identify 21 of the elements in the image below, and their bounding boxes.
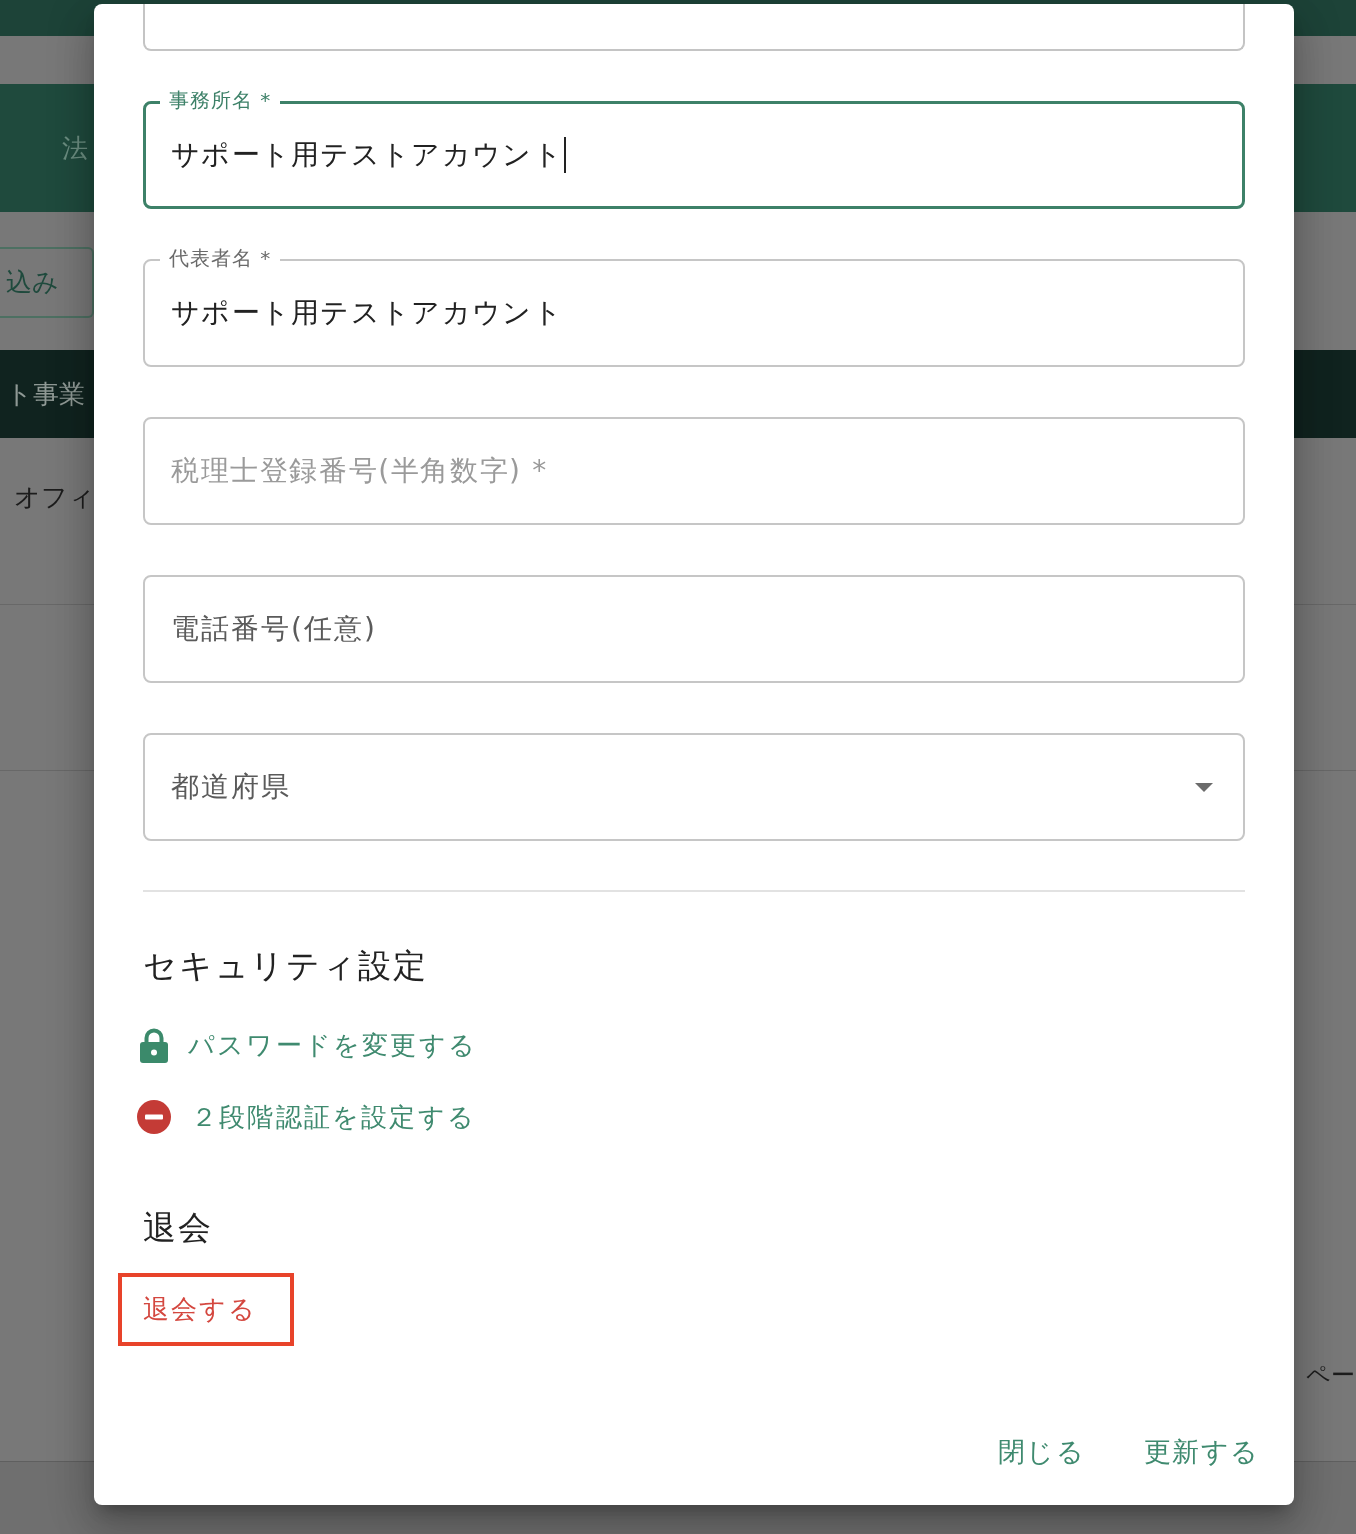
select-field[interactable]: 都道府県 (143, 733, 1245, 841)
close-button[interactable]: 閉じる (985, 1428, 1098, 1476)
pagination-text: ペー (1306, 1360, 1355, 1391)
minus-circle-icon (137, 1100, 171, 1134)
page-title: 法 (62, 132, 88, 165)
update-button[interactable]: 更新する (1131, 1428, 1272, 1476)
table-cell-text: オフィ (14, 481, 95, 514)
security-link[interactable]: ２段階認証を設定する (137, 1093, 476, 1141)
text-cursor (563, 137, 566, 173)
section-heading: セキュリティ設定 (143, 945, 428, 987)
section-heading: 退会 (143, 1207, 213, 1249)
security-link[interactable]: パスワードを変更する (137, 1021, 477, 1069)
column-header: ト事業 (6, 378, 85, 411)
lock-icon (140, 1027, 168, 1063)
field-label: 代表者名 * (160, 246, 281, 270)
text-field[interactable]: 電話番号(任意) (143, 575, 1245, 683)
text-field[interactable]: 税理士登録番号(半角数字) * (143, 417, 1245, 525)
dropdown-caret-icon (1195, 782, 1213, 792)
withdraw-link[interactable]: 退会する (118, 1273, 294, 1346)
field-label: 事務所名 * (160, 88, 281, 112)
input-field[interactable] (143, 4, 1245, 51)
